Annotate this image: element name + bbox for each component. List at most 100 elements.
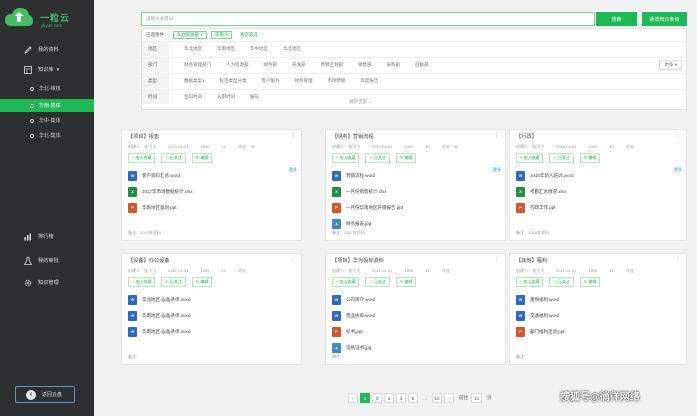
page-button[interactable]: 1 — [360, 393, 370, 403]
filter-option[interactable]: 年度报告 — [361, 78, 379, 84]
sidebar-item-ranking[interactable]: 排行榜 — [0, 230, 94, 243]
file-item[interactable]: P 标书.ppt — [332, 326, 363, 337]
more-vertical-icon[interactable]: ⋮ — [290, 256, 296, 263]
filter-option[interactable]: 采购部 — [387, 62, 401, 68]
more-link[interactable]: 更多 — [674, 167, 682, 173]
card-action-button[interactable]: ↻ 编辑 — [579, 277, 601, 287]
page-button[interactable]: 3 — [384, 393, 394, 403]
card-action-button[interactable]: ↻ 编辑 — [395, 277, 417, 287]
file-item[interactable]: X 一月份销售统计.xlsx — [332, 186, 387, 197]
card-action-button[interactable]: ✓ 已关注 — [161, 153, 186, 163]
file-item[interactable]: W 华北地区-设备清单.word — [128, 294, 191, 305]
filter-tag[interactable]: 华南 × — [210, 30, 232, 39]
filter-option[interactable]: 华南地区 — [217, 46, 235, 52]
card-action-button[interactable]: ✓ 已关注 — [161, 277, 186, 287]
more-vertical-icon[interactable]: ⋮ — [290, 132, 296, 139]
card-title[interactable]: 【财务】营销流程 — [332, 133, 374, 140]
card-action-button[interactable]: + 加入收藏 — [128, 277, 156, 287]
file-item[interactable]: X 2017年市场数据统计.xlsx — [128, 186, 193, 197]
page-button[interactable]: 10 — [432, 393, 442, 403]
file-item[interactable]: P 华南地区策划.ppt — [128, 202, 177, 213]
file-item[interactable]: P 行政工作.ppt — [516, 202, 556, 213]
more-dropdown[interactable]: 更多 ▾ — [659, 60, 682, 70]
file-item[interactable]: P 一月份华南地区开销报告.ppt — [332, 202, 403, 213]
more-vertical-icon[interactable]: ⋮ — [494, 256, 500, 263]
sidebar-sub-item-active[interactable]: 华南-集体 — [0, 99, 94, 112]
card-title[interactable]: 【其他】福利 — [516, 257, 547, 264]
card-action-button[interactable]: ✓ 已关注 — [365, 277, 390, 287]
filter-option[interactable]: 人力资源部 — [226, 62, 249, 68]
card-action-button[interactable]: ↻ 编辑 — [579, 153, 601, 163]
card-action-button[interactable]: + 加入收藏 — [332, 153, 360, 163]
more-vertical-icon[interactable]: ⋮ — [675, 256, 681, 263]
file-item[interactable]: ▲ 资质证书.jpg — [332, 342, 371, 353]
card-action-button[interactable]: + 加入收藏 — [128, 153, 156, 163]
add-knowledge-button[interactable]: 新增知识条目 — [642, 12, 687, 26]
sidebar-item-knowledge[interactable]: 知识库 ▾ — [0, 63, 94, 76]
filter-option[interactable]: 数据类型1 — [184, 78, 205, 84]
file-item[interactable]: W 营销流程.word — [332, 170, 375, 181]
sidebar-sub-item[interactable]: 华北-审核 — [0, 82, 94, 95]
more-vertical-icon[interactable]: ⋮ — [675, 132, 681, 139]
file-item[interactable]: W 华南地区-设备清单.word — [128, 326, 191, 337]
filter-option[interactable]: 后勤部 — [415, 62, 429, 68]
page-number-input[interactable]: 10 — [471, 393, 482, 403]
card-action-button[interactable]: + 加入收藏 — [332, 277, 360, 287]
filter-option[interactable]: 华北地区 — [283, 46, 301, 52]
file-item[interactable]: W 重阳福利.word — [516, 294, 559, 305]
filter-option[interactable]: 入职时间 — [217, 94, 235, 100]
card-action-button[interactable]: ✓ 已关注 — [549, 277, 574, 287]
filter-option[interactable]: 华中地区 — [250, 46, 268, 52]
file-item[interactable]: W 客户资料汇总.word — [128, 170, 180, 181]
page-button[interactable]: 2 — [372, 393, 382, 403]
card-title[interactable]: 【设备】办公设备 — [128, 257, 170, 264]
filter-option[interactable]: 华北地区 — [184, 46, 202, 52]
card-action-button[interactable]: + 加入收藏 — [516, 153, 544, 163]
card-action-button[interactable]: ↻ 编辑 — [191, 153, 213, 163]
filter-option[interactable]: 开发部 — [292, 62, 306, 68]
sidebar-sub-item[interactable]: 华中-集体 — [0, 114, 94, 127]
card-action-button[interactable]: ↻ 编辑 — [191, 277, 213, 287]
file-item[interactable]: W 交通福利.word — [516, 310, 559, 321]
filter-option[interactable]: 市场营销 — [328, 78, 346, 84]
file-item[interactable]: ▲ 财务报表.jpg — [332, 218, 371, 229]
sidebar-item-approvals[interactable]: 我的审批 — [0, 254, 94, 267]
filter-option[interactable]: 编号 — [250, 94, 259, 100]
file-item[interactable]: W 公司简介.word — [332, 294, 375, 305]
sidebar-item-knowledge-admin[interactable]: 知识管理 — [0, 276, 94, 289]
next-page-button[interactable]: › — [444, 393, 454, 403]
filter-option[interactable]: 合同时间 — [184, 94, 202, 100]
sidebar-sub-item[interactable]: 华北-集体 — [0, 129, 94, 142]
clear-filters-link[interactable]: 清空筛选 — [240, 32, 258, 38]
file-item[interactable]: W 华南地区-设备清单.word — [128, 310, 191, 321]
card-action-button[interactable]: ✓ 已关注 — [549, 153, 574, 163]
file-item[interactable]: W 2018年新人培训.word — [516, 170, 574, 181]
more-link[interactable]: 更多 — [289, 167, 297, 173]
expand-filters-link[interactable]: 展开全部 ⌄ — [349, 99, 372, 105]
file-item[interactable]: X 考勤汇总情况.xlsx — [516, 186, 566, 197]
filter-option[interactable]: 财务管理部门 — [184, 62, 211, 68]
more-vertical-icon[interactable]: ⋮ — [494, 132, 500, 139]
filter-option[interactable]: 财务部 — [264, 62, 278, 68]
filter-option[interactable]: 客户服务 — [262, 78, 280, 84]
page-button[interactable]: 4 — [396, 393, 406, 403]
page-button[interactable]: 5 — [408, 393, 418, 403]
card-action-button[interactable]: + 加入收藏 — [516, 277, 544, 287]
card-title[interactable]: 【行政】 — [516, 133, 537, 140]
back-to-cloud-button[interactable]: ‹ 返回云盘 — [15, 386, 75, 403]
card-action-button[interactable]: ↻ 编辑 — [395, 153, 417, 163]
filter-option[interactable]: 营销企划部 — [321, 62, 344, 68]
card-title[interactable]: 【项目】报告 — [128, 133, 159, 140]
search-input[interactable]: 请输入关键词 — [141, 12, 595, 26]
filter-option[interactable]: 财务管理 — [295, 78, 313, 84]
sidebar-item-my-docs[interactable]: 我的资料 — [0, 43, 94, 56]
search-button[interactable]: 搜索 — [596, 12, 637, 26]
filter-option[interactable]: 销售部 — [358, 62, 372, 68]
card-action-button[interactable]: ✓ 已关注 — [365, 153, 390, 163]
more-link[interactable]: 更多 — [493, 167, 501, 173]
file-item[interactable]: W 营业执照.word — [332, 310, 375, 321]
filter-tag[interactable]: 人力资源部 × — [172, 30, 207, 39]
file-item[interactable]: P 部门福利活动.ppt — [516, 326, 565, 337]
card-title[interactable]: 【项目】华为投标资料 — [332, 257, 384, 264]
filter-option[interactable]: 标签类型分类 — [220, 78, 247, 84]
